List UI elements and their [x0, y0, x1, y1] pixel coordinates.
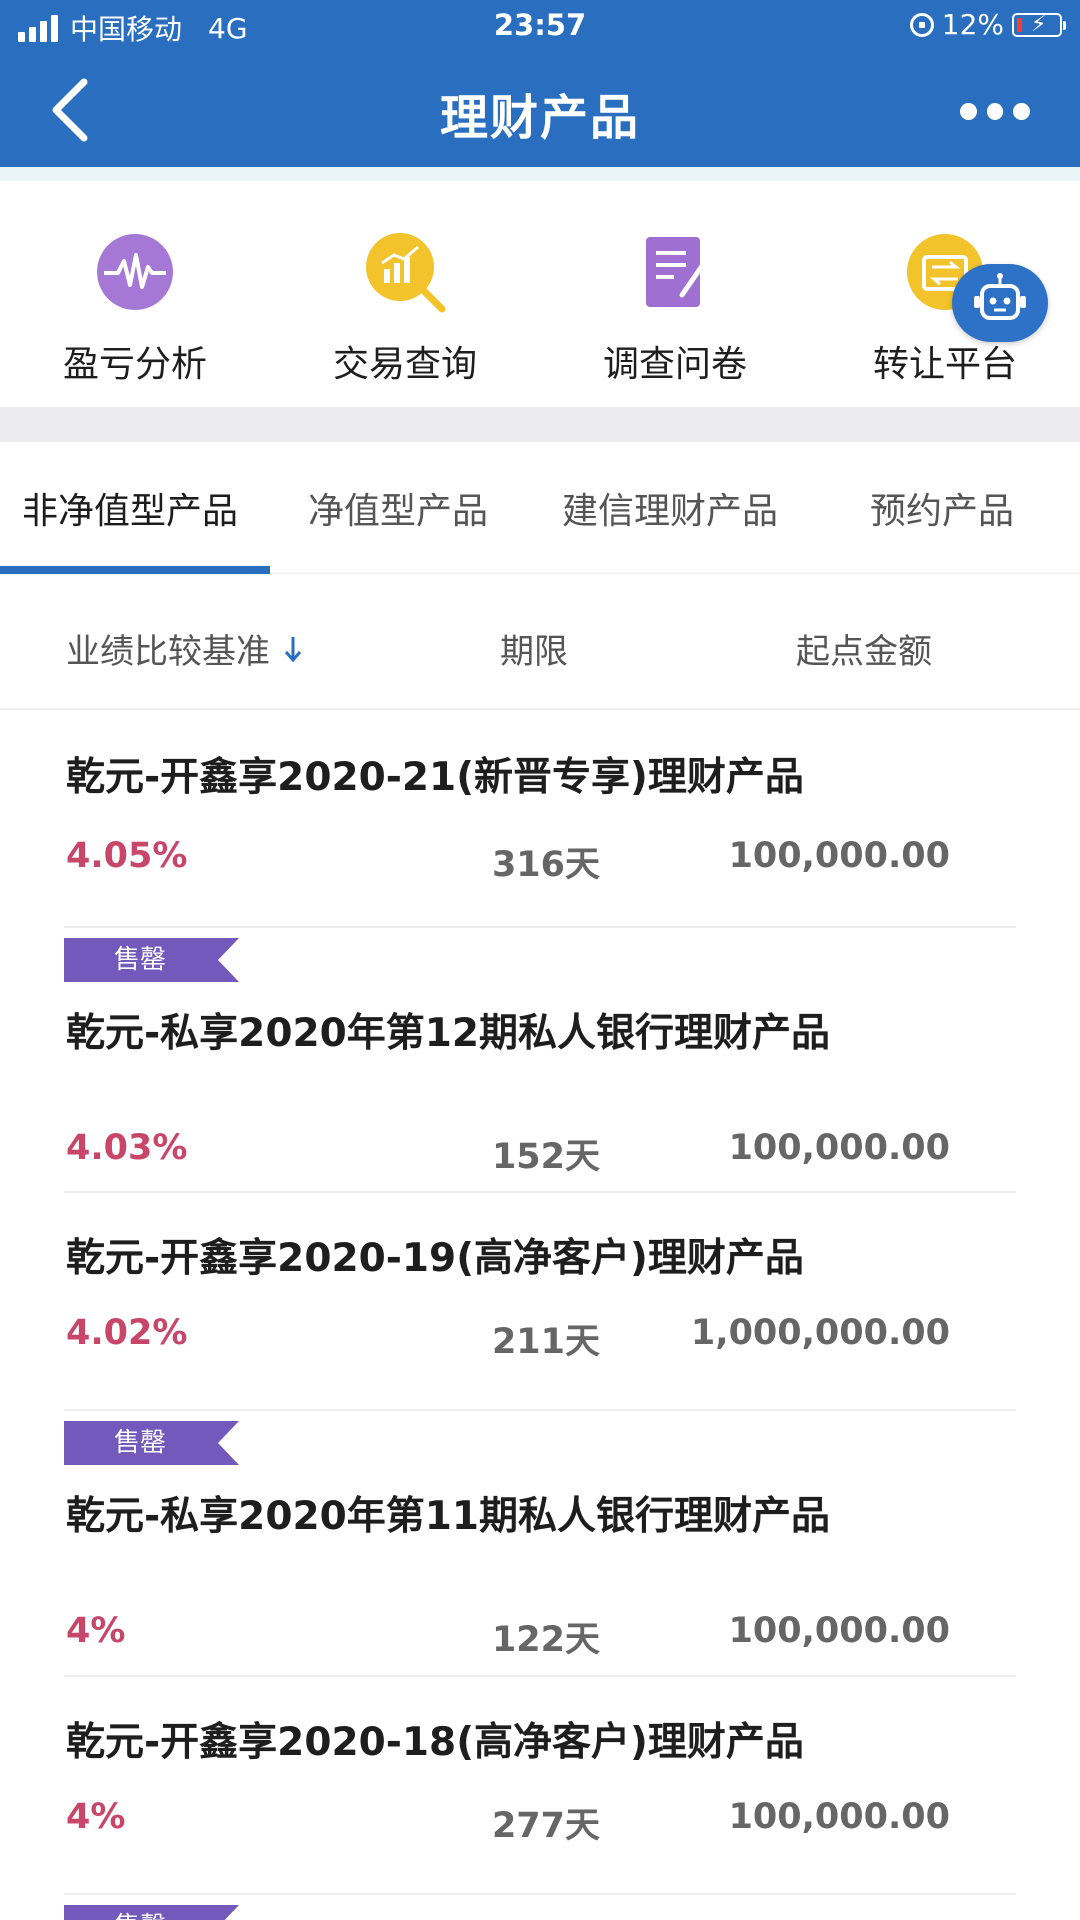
product-term: 277天: [491, 1806, 600, 1846]
more-dot: [1013, 102, 1031, 120]
battery-icon: ⚡: [1012, 12, 1066, 37]
quick-menu: 盈亏分析 交易查询 调查问卷 转让平台: [0, 167, 1080, 407]
product-list: 乾元-开鑫享2020-21(新晋专享)理财产品 4.05% 316天 100,0…: [0, 710, 1080, 1920]
column-rate-label: 业绩比较基准: [66, 632, 270, 672]
product-rate: 4.05%: [66, 836, 188, 876]
battery-percent: 12%: [941, 8, 1004, 41]
product-amount: 100,000.00: [728, 1797, 950, 1837]
list-item[interactable]: 乾元-开鑫享2020-18(高净客户)理财产品 4% 277天 100,000.…: [0, 1677, 1080, 1895]
product-rate: 4%: [66, 1797, 126, 1837]
rotation-lock-icon: [909, 12, 934, 37]
column-header: 业绩比较基准 期限 起点金额: [0, 574, 1080, 710]
column-amount-label[interactable]: 起点金额: [796, 624, 932, 673]
quick-item-label: 盈亏分析: [62, 344, 207, 385]
product-term: 122天: [491, 1620, 600, 1660]
quick-item-profit-analysis[interactable]: 盈亏分析: [0, 231, 270, 387]
sold-out-badge: 售罄: [64, 1905, 239, 1920]
chart-search-icon: [364, 231, 446, 313]
quick-item-survey[interactable]: 调查问卷: [540, 231, 810, 387]
product-amount: 1,000,000.00: [690, 1313, 950, 1353]
app-header: 中国移动 4G 23:57 12% ⚡ 理财产品: [0, 0, 1080, 167]
more-button[interactable]: [960, 96, 1031, 126]
product-rate: 4.02%: [66, 1313, 188, 1353]
nav-bar: 理财产品: [0, 56, 1080, 167]
product-name: 乾元-私享2020年第11期私人银行理财产品: [66, 1494, 831, 1539]
status-bar: 中国移动 4G 23:57 12% ⚡: [0, 0, 1080, 56]
list-item[interactable]: 售罄 乾元-私享2020年第12期私人银行理财产品 4.03% 152天 100…: [0, 928, 1080, 1193]
product-rate: 4.03%: [66, 1128, 188, 1168]
more-dot: [960, 102, 977, 120]
list-item[interactable]: 售罄 乾元-私享2020年第11期私人银行理财产品 4% 122天 100,00…: [0, 1411, 1080, 1677]
tab-nav-products[interactable]: 净值型产品: [308, 482, 488, 534]
product-name: 乾元-开鑫享2020-21(新晋专享)理财产品: [66, 755, 804, 800]
arrow-down-icon: [284, 636, 302, 662]
survey-icon: [634, 231, 716, 313]
product-name: 乾元-私享2020年第12期私人银行理财产品: [66, 1011, 831, 1056]
robot-assistant-button[interactable]: [952, 264, 1048, 342]
product-term: 152天: [491, 1137, 600, 1177]
pulse-icon: [94, 231, 176, 313]
sold-out-badge: 售罄: [64, 1421, 239, 1465]
quick-item-trade-query[interactable]: 交易查询: [270, 231, 540, 387]
section-divider: [0, 407, 1080, 442]
list-item[interactable]: 售罄: [0, 1895, 1080, 1920]
product-tabs: 非净值型产品 净值型产品 建信理财产品 预约产品: [0, 442, 1080, 574]
tab-non-nav-products[interactable]: 非净值型产品: [22, 482, 238, 534]
product-amount: 100,000.00: [728, 1611, 950, 1651]
status-right: 12% ⚡: [909, 8, 1066, 41]
quick-item-label: 调查问卷: [602, 344, 747, 385]
product-name: 乾元-开鑫享2020-18(高净客户)理财产品: [66, 1720, 804, 1765]
product-name: 乾元-开鑫享2020-19(高净客户)理财产品: [66, 1236, 804, 1281]
more-dot: [986, 102, 1004, 120]
tab-reservation-products[interactable]: 预约产品: [870, 482, 1014, 534]
product-term: 316天: [491, 845, 600, 885]
sort-by-rate[interactable]: 业绩比较基准: [66, 624, 304, 673]
product-term: 211天: [491, 1322, 600, 1362]
column-term-label[interactable]: 期限: [500, 624, 568, 673]
sold-out-badge: 售罄: [64, 938, 239, 982]
product-amount: 100,000.00: [728, 1128, 950, 1168]
robot-icon: [974, 273, 1026, 320]
product-rate: 4%: [66, 1611, 126, 1651]
product-amount: 100,000.00: [728, 836, 950, 876]
tab-ccb-wealth-products[interactable]: 建信理财产品: [562, 482, 778, 534]
quick-item-label: 交易查询: [332, 344, 477, 385]
list-item[interactable]: 乾元-开鑫享2020-19(高净客户)理财产品 4.02% 211天 1,000…: [0, 1193, 1080, 1411]
page-title: 理财产品: [439, 90, 640, 146]
quick-item-label: 转让平台: [872, 344, 1017, 385]
list-item[interactable]: 乾元-开鑫享2020-21(新晋专享)理财产品 4.05% 316天 100,0…: [0, 710, 1080, 928]
active-tab-indicator: [0, 566, 270, 574]
